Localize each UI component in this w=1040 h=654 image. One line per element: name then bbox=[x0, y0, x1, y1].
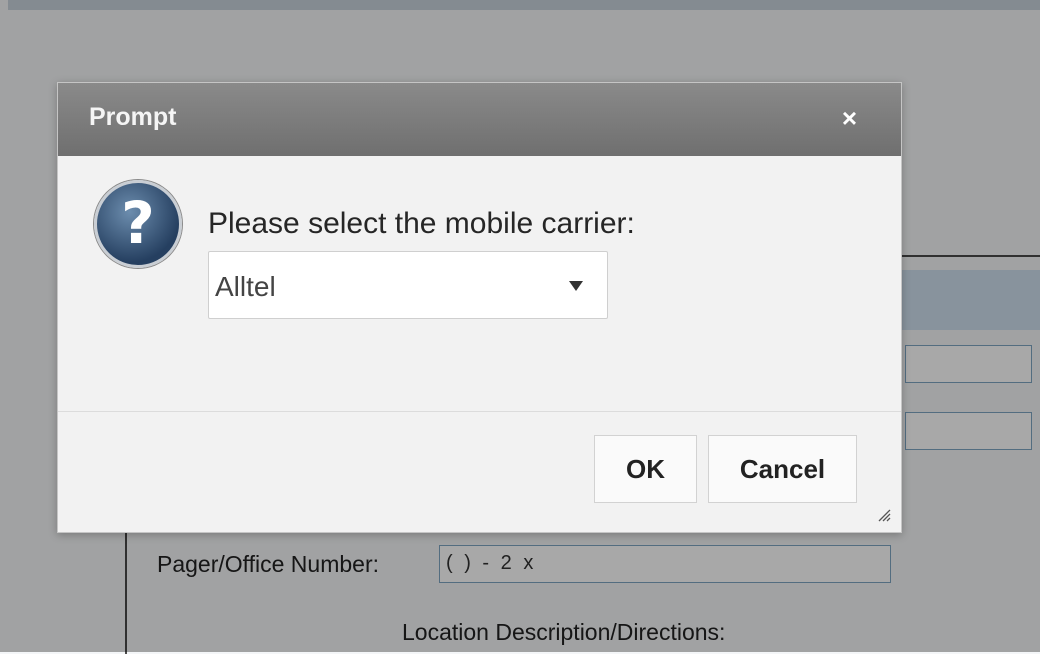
dialog-titlebar[interactable]: Prompt × bbox=[58, 83, 901, 156]
prompt-dialog: Prompt × ? Please select the mobile carr… bbox=[57, 82, 902, 533]
chevron-down-icon bbox=[569, 281, 583, 291]
dialog-divider bbox=[58, 411, 901, 412]
dialog-message: Please select the mobile carrier: bbox=[208, 207, 635, 240]
ok-button[interactable]: OK bbox=[594, 435, 697, 503]
close-icon[interactable]: × bbox=[842, 105, 857, 131]
mobile-carrier-select[interactable]: Alltel bbox=[208, 251, 608, 319]
question-icon: ? bbox=[94, 180, 182, 268]
resize-handle-icon[interactable] bbox=[877, 508, 891, 522]
mobile-carrier-selected-value: Alltel bbox=[215, 271, 276, 302]
cancel-button[interactable]: Cancel bbox=[708, 435, 857, 503]
dialog-title: Prompt bbox=[89, 103, 177, 131]
